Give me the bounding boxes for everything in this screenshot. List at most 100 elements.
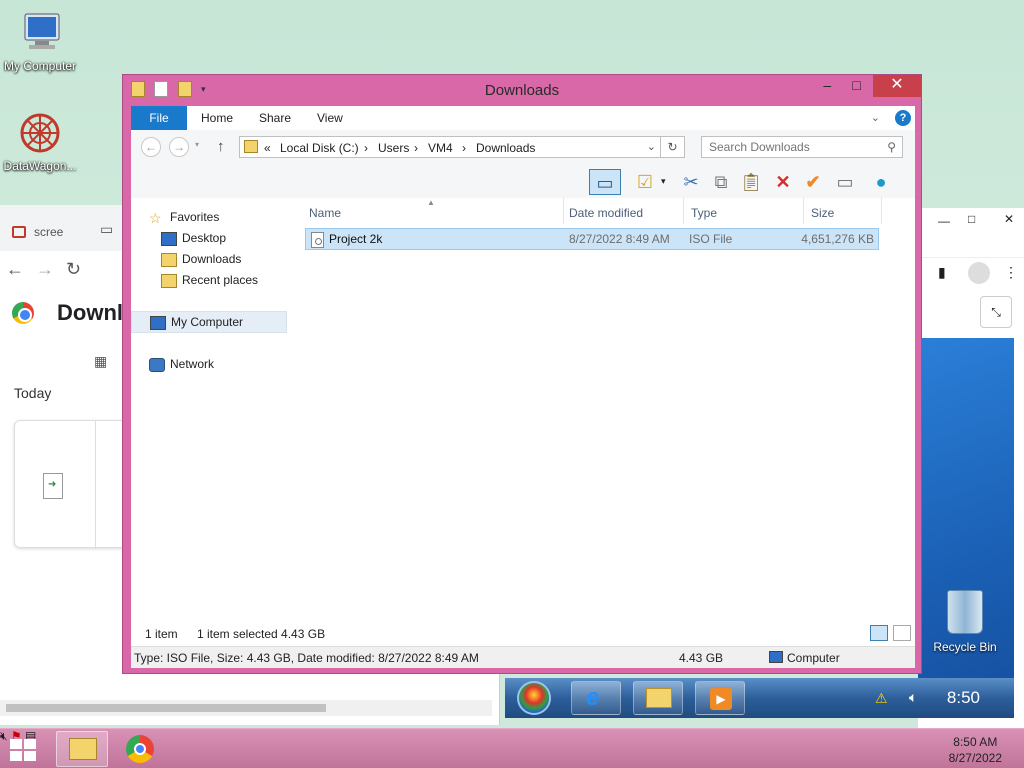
nav-desktop[interactable]: Desktop [161,231,226,246]
item-count: 1 item [145,627,178,641]
card-divider [95,421,96,549]
copy-icon[interactable]: ⧉ [707,169,735,195]
paste-icon[interactable]: 📋︎ [737,169,765,195]
delete-icon[interactable]: ✕ [769,169,797,195]
cut-icon[interactable]: ✂ [677,169,705,195]
search-input[interactable] [702,137,872,157]
nav-favorites[interactable]: ☆ Favorites [149,210,219,225]
column-header-size[interactable]: Size [811,206,834,220]
tab-favicon-icon [12,226,26,238]
column-header-type[interactable]: Type [691,206,717,220]
tab-home[interactable]: Home [201,106,233,130]
breadcrumb-local-disk[interactable]: Local Disk (C:) [280,141,359,155]
scrollbar-thumb[interactable] [6,704,326,712]
nav-downloads-label: Downloads [182,252,242,266]
expand-ribbon-icon[interactable]: ⌄ [871,112,880,124]
tab-share[interactable]: Share [259,106,291,130]
help-icon[interactable]: ? [895,110,911,126]
location-folder-icon [244,140,258,153]
close-button[interactable]: ✕ [873,75,921,97]
address-bar[interactable]: « Local Disk (C:) › Users › VM4 › Downlo… [239,136,661,158]
file-name: Project 2k [329,232,383,246]
column-header-name[interactable]: Name [309,206,341,220]
desktop-icon-my-computer[interactable]: My Computer [0,10,80,73]
media-taskbar-button[interactable]: ▶ [695,681,745,715]
cast-icon[interactable]: ▭ [100,221,113,238]
horizontal-scrollbar[interactable] [0,700,492,716]
nav-recent-places[interactable]: Recent places [161,273,258,288]
status-bar: 1 item 1 item selected 4.43 GB [131,622,915,646]
accept-icon[interactable]: ✔ [799,169,827,195]
forward-button[interactable]: → [169,137,189,157]
file-row-project-2k[interactable]: Project 2k 8/27/2022 8:49 AM ISO File 4,… [305,228,879,250]
search-box[interactable]: ⚲ [701,136,903,158]
vm-clock[interactable]: 8:50 [947,688,980,708]
details-view-button[interactable] [869,625,888,641]
explorer-taskbar-button[interactable] [56,731,108,767]
media-player-icon: ▶ [710,688,732,710]
warning-icon[interactable]: ⚠ [875,690,888,707]
maximize-button[interactable]: □ [844,75,870,97]
close-icon[interactable]: ✕ [1004,212,1014,226]
breadcrumb-users[interactable]: Users [378,141,409,155]
nav-downloads[interactable]: Downloads [161,252,241,267]
nav-favorites-label: Favorites [170,210,220,224]
download-card[interactable] [14,420,134,549]
caption-buttons: – □ ✕ [814,75,921,97]
nav-my-computer[interactable]: My Computer [131,311,287,333]
navigation-pane: ☆ Favorites Desktop Downloads Recent plac… [131,198,289,622]
recent-locations-icon[interactable]: ▾ [195,140,199,149]
downloads-folder-icon [161,252,177,267]
dropdown-arrow-icon[interactable]: ▾ [661,176,666,187]
start-button[interactable] [6,737,40,763]
exit-fullscreen-icon[interactable]: ⤡ [980,296,1012,328]
rename-icon[interactable]: ▭ [831,169,859,195]
desktop-icon-datawagon[interactable]: DataWagon... [0,110,80,173]
vm-taskbar: e ▶ ⚠ 🔈︎ 8:50 [505,678,1014,718]
column-divider[interactable] [683,198,684,224]
minimize-icon[interactable]: — [938,214,950,228]
large-icons-view-button[interactable] [893,625,911,641]
forward-icon[interactable]: → [36,259,54,280]
menu-icon[interactable]: ⋮ [1004,264,1018,281]
refresh-button[interactable]: ↻ [661,136,685,158]
up-button[interactable]: ↑ [217,138,225,155]
preview-pane-icon[interactable]: ▭ [589,169,621,195]
reload-icon[interactable]: ↻ [66,259,81,280]
system-clock[interactable]: 8:50 AM 8/27/2022 [949,734,1002,766]
column-divider[interactable] [803,198,804,224]
navigation-bar: ← → ▾ ↑ « Local Disk (C:) › Users › VM4 … [131,130,915,166]
tab-view[interactable]: View [317,106,343,130]
address-dropdown-icon[interactable]: ⌄ [647,140,656,153]
folder-icon [646,688,672,708]
profile-icon[interactable] [968,262,990,284]
back-button[interactable]: ← [141,137,161,157]
chrome-taskbar-button[interactable] [114,731,166,767]
minimize-button[interactable]: – [814,75,840,97]
file-icon [43,473,63,499]
properties-checklist-icon[interactable]: ☑ [631,169,659,195]
start-orb-icon[interactable] [517,681,551,715]
desktop-icon-recycle-bin[interactable]: Recycle Bin [930,590,1000,654]
explorer-taskbar-button[interactable] [633,681,683,715]
volume-icon[interactable]: 🔈︎ [909,689,917,706]
column-divider[interactable] [563,198,564,224]
chrome-tab[interactable]: scree [6,219,86,247]
back-icon[interactable]: ← [6,259,24,280]
globe-icon[interactable]: ● [867,169,895,195]
ie-taskbar-button[interactable]: e [571,681,621,715]
windows-logo-icon [10,739,22,749]
chrome-logo-icon [12,302,34,324]
titlebar[interactable]: ▾ Downloads – □ ✕ [123,75,921,105]
breadcrumb-downloads[interactable]: Downloads [476,141,535,155]
window-title: Downloads [484,82,560,99]
address-overflow[interactable]: « [264,141,271,155]
breadcrumb-vm4[interactable]: VM4 [428,141,453,155]
maximize-icon[interactable]: □ [968,212,975,226]
file-type: ISO File [689,232,733,246]
nav-network[interactable]: Network [149,357,214,372]
tab-file[interactable]: File [131,106,187,130]
sidebar-icon[interactable]: ▮ [938,264,946,281]
column-header-date[interactable]: Date modified [569,206,643,220]
column-divider[interactable] [881,198,882,224]
